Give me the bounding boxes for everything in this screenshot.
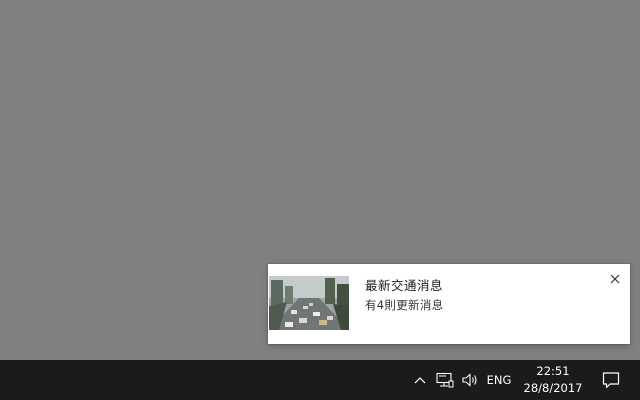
notification-thumbnail	[269, 276, 349, 330]
notification-title: 最新交通消息	[365, 278, 444, 293]
action-center-button[interactable]	[598, 360, 624, 400]
input-language-button[interactable]: ENG	[483, 360, 515, 400]
toast-notification[interactable]: 最新交通消息 有4則更新消息	[268, 264, 630, 344]
close-button[interactable]	[607, 271, 623, 287]
traffic-camera-image	[269, 276, 349, 330]
action-center-icon	[602, 372, 620, 389]
volume-button[interactable]	[458, 360, 482, 400]
taskbar: ENG 22:51 28/8/2017	[0, 360, 640, 400]
notification-body: 有4則更新消息	[365, 298, 444, 312]
network-button[interactable]	[433, 360, 457, 400]
clock-button[interactable]: 22:51 28/8/2017	[518, 360, 588, 400]
show-hidden-icons-button[interactable]	[409, 360, 431, 400]
clock-date: 28/8/2017	[523, 381, 583, 395]
close-icon	[610, 274, 620, 284]
network-icon	[436, 372, 454, 388]
clock-time: 22:51	[536, 364, 570, 378]
chevron-up-icon	[414, 377, 426, 384]
volume-icon	[462, 373, 477, 387]
